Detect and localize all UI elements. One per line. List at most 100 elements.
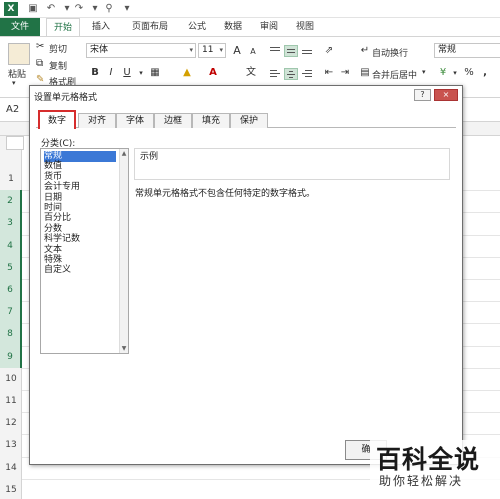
italic-button[interactable]: I xyxy=(104,66,118,80)
copy-icon: ⧉ xyxy=(36,58,44,69)
dropdown-icon[interactable]: ▾ xyxy=(88,2,102,16)
title-bar: X ▣ ↶ ▾ ↷ ▾ ⚲ ▾ xyxy=(0,0,500,18)
format-cells-dialog: 设置单元格格式 ? × 数字 对齐 字体 边框 填充 保护 分类(C): 常规数… xyxy=(29,85,463,465)
row-number[interactable]: 9 xyxy=(0,345,22,368)
shrink-font-button[interactable]: A xyxy=(246,45,260,59)
fill-color-icon[interactable]: ▲ xyxy=(180,66,194,80)
number-format-select[interactable]: 常规 xyxy=(434,43,500,58)
number-format-value: 常规 xyxy=(438,45,457,55)
row-number[interactable]: 14 xyxy=(0,457,22,479)
font-size-select[interactable]: 11 ▾ xyxy=(198,43,226,58)
row-number[interactable]: 12 xyxy=(0,412,22,434)
redo-icon[interactable]: ↷ xyxy=(72,2,86,16)
orientation-icon[interactable]: ⇗ xyxy=(322,44,336,58)
font-name-select[interactable]: 宋体 ▾ xyxy=(86,43,196,58)
font-color-icon[interactable]: A xyxy=(206,66,220,80)
align-center-icon[interactable] xyxy=(284,68,298,80)
grow-font-button[interactable]: A xyxy=(230,44,244,58)
row-number[interactable]: 15 xyxy=(0,479,22,499)
wrap-text-button[interactable]: 自动换行 xyxy=(372,46,408,59)
category-item[interactable]: 自定义 xyxy=(44,265,116,276)
category-item[interactable]: 科学记数 xyxy=(44,234,116,245)
paste-button[interactable]: 粘贴 xyxy=(8,67,26,80)
undo-icon[interactable]: ↶ xyxy=(44,2,58,16)
tab-insert[interactable]: 插入 xyxy=(84,18,118,36)
scroll-down-icon[interactable]: ▼ xyxy=(120,345,128,352)
merge-center-icon: ▤ xyxy=(360,67,370,78)
ribbon-tabs: 文件 开始 插入 页面布局 公式 数据 审阅 视图 xyxy=(0,18,500,36)
example-box xyxy=(134,148,450,180)
chevron-down-icon: ▾ xyxy=(189,46,193,54)
row-number[interactable]: 10 xyxy=(0,368,22,390)
tab-view[interactable]: 视图 xyxy=(288,18,322,36)
chevron-down-icon[interactable]: ▾ xyxy=(448,66,462,80)
row-number[interactable]: 11 xyxy=(0,390,22,412)
row-number[interactable]: 3 xyxy=(0,212,22,235)
help-button[interactable]: ? xyxy=(414,89,431,101)
wrap-text-icon: ↵ xyxy=(360,45,370,56)
row-number[interactable]: 2 xyxy=(0,190,22,213)
align-top-icon[interactable] xyxy=(268,45,282,57)
chinese-phonetic-icon[interactable]: 文 xyxy=(244,66,258,80)
customize-qat-icon[interactable]: ▾ xyxy=(120,2,134,16)
excel-icon: X xyxy=(4,2,18,16)
merge-center-button[interactable]: 合并后居中 xyxy=(372,68,417,81)
percent-button[interactable]: % xyxy=(462,66,476,80)
row-number[interactable]: 1 xyxy=(0,168,22,190)
chevron-down-icon[interactable]: ▾ xyxy=(134,66,148,80)
cut-button[interactable]: 剪切 xyxy=(49,42,67,55)
print-preview-icon[interactable]: ⚲ xyxy=(102,2,116,16)
align-left-icon[interactable] xyxy=(268,68,282,80)
category-list[interactable]: 常规 数值 货币 会计专用 日期 时间 百分比 分数 科学记数 文本 特殊 自定义 ▲ ▼ xyxy=(40,148,129,354)
tab-number[interactable]: 数字 xyxy=(38,110,76,129)
tab-page-layout[interactable]: 页面布局 xyxy=(122,18,178,36)
tab-data[interactable]: 数据 xyxy=(216,18,250,36)
tab-alignment[interactable]: 对齐 xyxy=(78,113,116,128)
category-item[interactable]: 百分比 xyxy=(44,213,116,224)
scroll-up-icon[interactable]: ▲ xyxy=(120,150,128,157)
chevron-down-icon[interactable]: ▾ xyxy=(12,79,16,87)
align-middle-icon[interactable] xyxy=(284,45,298,57)
tab-home[interactable]: 开始 xyxy=(46,18,80,36)
tab-formulas[interactable]: 公式 xyxy=(180,18,214,36)
row-number[interactable]: 5 xyxy=(0,256,22,279)
copy-button[interactable]: 复制 xyxy=(49,59,67,72)
category-item[interactable]: 会计专用 xyxy=(44,182,116,193)
watermark-subtitle: 助你轻松解决 xyxy=(379,474,464,488)
paste-icon[interactable] xyxy=(8,43,30,65)
watermark-title: 百科全说 xyxy=(376,445,481,474)
row-number[interactable]: 6 xyxy=(0,279,22,302)
align-right-icon[interactable] xyxy=(300,68,314,80)
tab-review[interactable]: 审阅 xyxy=(252,18,286,36)
row-number[interactable]: 4 xyxy=(0,234,22,257)
row-number[interactable]: 13 xyxy=(0,434,22,456)
tab-font[interactable]: 字体 xyxy=(116,113,154,128)
name-box[interactable]: A2 xyxy=(6,104,19,115)
close-button[interactable]: × xyxy=(434,89,458,101)
bold-button[interactable]: B xyxy=(88,66,102,80)
align-bottom-icon[interactable] xyxy=(300,45,314,57)
increase-indent-icon[interactable]: ⇥ xyxy=(338,66,352,80)
category-scrollbar[interactable]: ▲ ▼ xyxy=(119,149,128,353)
tab-fill[interactable]: 填充 xyxy=(192,113,230,128)
row-number[interactable]: 8 xyxy=(0,323,22,346)
category-item[interactable]: 文本 xyxy=(44,245,116,256)
underline-button[interactable]: U xyxy=(120,66,134,80)
scissors-icon: ✂ xyxy=(36,41,45,52)
border-icon[interactable]: ▦ xyxy=(148,66,162,80)
category-item[interactable]: 数值 xyxy=(44,161,116,172)
comma-button[interactable]: , xyxy=(478,66,492,80)
save-icon[interactable]: ▣ xyxy=(26,2,40,16)
brush-icon: ✎ xyxy=(36,74,45,85)
tab-file[interactable]: 文件 xyxy=(0,18,40,36)
row-number[interactable]: 7 xyxy=(0,301,22,324)
decrease-indent-icon[interactable]: ⇤ xyxy=(322,66,336,80)
dialog-titlebar: 设置单元格格式 ? × xyxy=(30,86,462,104)
tab-border[interactable]: 边框 xyxy=(154,113,192,128)
tab-protection[interactable]: 保护 xyxy=(230,113,268,128)
chevron-down-icon[interactable]: ▾ xyxy=(422,68,426,76)
example-label: 示例 xyxy=(138,149,161,162)
select-all-corner[interactable] xyxy=(6,136,24,150)
format-description: 常规单元格格式不包含任何特定的数字格式。 xyxy=(135,189,316,199)
category-item[interactable]: 日期 xyxy=(44,193,116,204)
